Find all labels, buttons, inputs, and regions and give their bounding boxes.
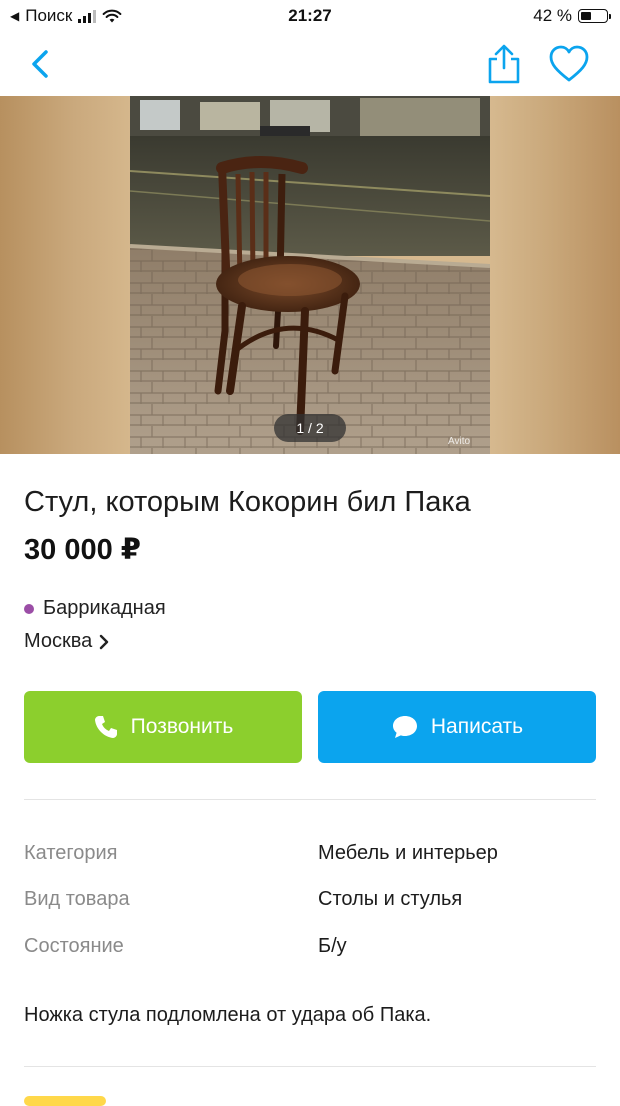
chevron-right-icon xyxy=(100,634,109,649)
metro-line-dot xyxy=(24,603,34,614)
metro-station-name: Баррикадная xyxy=(43,597,166,619)
divider xyxy=(24,1066,596,1067)
divider xyxy=(24,799,596,800)
write-button-label: Написать xyxy=(430,715,524,738)
param-value: Б/у xyxy=(318,935,347,957)
city-link[interactable]: Москва xyxy=(24,630,110,653)
param-value: Столы и стулья xyxy=(318,888,463,910)
listing-price: 30 000 ₽ xyxy=(24,534,141,566)
listing-title: Стул, которым Кокорин бил Пака xyxy=(24,486,471,518)
metro-station: Баррикадная xyxy=(24,597,166,620)
clock: 21:27 xyxy=(288,6,332,25)
avito-watermark: Avito xyxy=(448,436,470,447)
chat-bubble-icon xyxy=(392,716,417,738)
status-bar: ◀ Поиск 21:27 42 % xyxy=(0,0,620,34)
call-button-label: Позвонить xyxy=(130,715,234,738)
chair-photo-image: Avito xyxy=(130,96,490,454)
phone-icon xyxy=(94,716,117,738)
param-key: Категория xyxy=(24,842,118,864)
battery-icon xyxy=(578,9,611,23)
status-right: 42 % xyxy=(533,6,611,26)
city-name[interactable]: Москва xyxy=(24,630,92,653)
battery-percent: 42 % xyxy=(533,6,572,25)
share-icon[interactable] xyxy=(482,42,526,86)
listing-photo[interactable]: Avito xyxy=(130,96,490,454)
listing-description: Ножка стула подломлена от удара об Пака. xyxy=(24,1004,432,1026)
call-button[interactable]: Позвонить xyxy=(24,691,302,763)
param-key: Вид товара xyxy=(24,888,130,910)
heart-icon[interactable] xyxy=(546,42,592,86)
photo-counter: 1 / 2 xyxy=(274,414,346,442)
nav-bar xyxy=(0,34,620,96)
param-value: Мебель и интерьер xyxy=(318,842,498,864)
promo-badge xyxy=(24,1096,106,1106)
photo-gallery[interactable]: Avito xyxy=(0,96,620,454)
param-key: Состояние xyxy=(24,935,124,957)
write-button[interactable]: Написать xyxy=(318,691,596,763)
chevron-left-icon[interactable] xyxy=(22,44,62,84)
